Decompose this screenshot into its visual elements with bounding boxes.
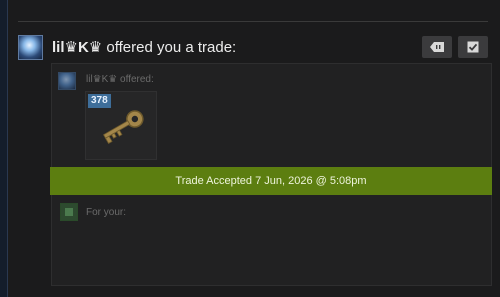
trade-status-banner: Trade Accepted 7 Jun, 2026 @ 5:08pm [50, 167, 492, 195]
title-suffix: offered you a trade: [102, 39, 237, 56]
top-divider [18, 21, 488, 22]
left-rail-accent [7, 0, 8, 297]
for-your-label: For your: [86, 207, 127, 218]
accept-button[interactable] [458, 36, 488, 58]
trade-status-text: Trade Accepted 7 Jun, 2026 @ 5:08pm [175, 175, 367, 187]
recipient-avatar [60, 203, 78, 221]
left-rail [0, 0, 8, 297]
counter-offer-button[interactable] [422, 36, 452, 58]
key-icon [102, 110, 144, 144]
item-count-badge: 378 [88, 94, 111, 108]
offered-label: lil♛K♛ offered: [86, 74, 154, 85]
sender-name[interactable]: lil♛K♛ [52, 39, 102, 56]
counter-offer-icon [430, 42, 444, 52]
trade-title: lil♛K♛ offered you a trade: [52, 38, 236, 56]
checkmark-icon [467, 41, 479, 53]
offerer-avatar [58, 72, 76, 90]
sender-avatar[interactable] [18, 35, 43, 60]
